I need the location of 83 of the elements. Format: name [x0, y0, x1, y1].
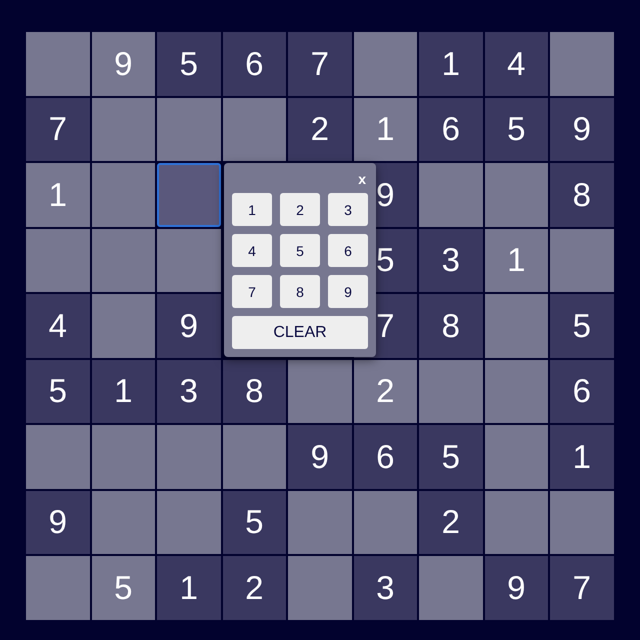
- sudoku-cell[interactable]: 3: [354, 556, 417, 620]
- sudoku-cell[interactable]: [484, 360, 548, 423]
- number-key[interactable]: 5: [280, 234, 320, 267]
- sudoku-cell[interactable]: [26, 228, 90, 292]
- sudoku-cell[interactable]: [222, 98, 286, 161]
- sudoku-cell[interactable]: 8: [222, 360, 286, 423]
- sudoku-cell[interactable]: 3: [419, 228, 482, 292]
- sudoku-cell[interactable]: [92, 228, 155, 292]
- sudoku-cell[interactable]: 2: [419, 490, 482, 554]
- sudoku-cell[interactable]: 5: [550, 294, 614, 358]
- sudoku-cell[interactable]: 1: [92, 360, 155, 423]
- sudoku-cell[interactable]: [550, 32, 614, 96]
- sudoku-cell[interactable]: [92, 425, 155, 488]
- sudoku-cell[interactable]: 2: [354, 360, 417, 423]
- sudoku-cell[interactable]: [157, 425, 220, 488]
- sudoku-cell[interactable]: 4: [26, 294, 90, 358]
- sudoku-cell[interactable]: 2: [288, 98, 352, 161]
- sudoku-cell[interactable]: 5: [222, 490, 286, 554]
- sudoku-cell[interactable]: [157, 228, 220, 292]
- sudoku-cell[interactable]: 9: [26, 490, 90, 554]
- number-key[interactable]: 6: [328, 234, 368, 267]
- sudoku-cell[interactable]: [92, 163, 155, 226]
- sudoku-cell[interactable]: 1: [157, 556, 220, 620]
- sudoku-cell[interactable]: 9: [157, 294, 220, 358]
- sudoku-cell[interactable]: 5: [26, 360, 90, 423]
- sudoku-cell[interactable]: 4: [484, 32, 548, 96]
- sudoku-cell[interactable]: [26, 32, 90, 96]
- number-key[interactable]: 1: [232, 193, 272, 226]
- sudoku-cell[interactable]: 1: [26, 163, 90, 226]
- sudoku-cell[interactable]: [288, 490, 352, 554]
- sudoku-cell[interactable]: [419, 360, 482, 423]
- sudoku-cell[interactable]: 9: [484, 556, 548, 620]
- sudoku-cell[interactable]: 9: [550, 98, 614, 161]
- sudoku-cell[interactable]: [484, 294, 548, 358]
- sudoku-cell[interactable]: 6: [419, 98, 482, 161]
- clear-button[interactable]: CLEAR: [232, 316, 368, 349]
- sudoku-cell[interactable]: [419, 556, 482, 620]
- sudoku-cell[interactable]: 8: [550, 163, 614, 226]
- number-key[interactable]: 7: [232, 275, 272, 308]
- sudoku-cell[interactable]: 5: [484, 98, 548, 161]
- sudoku-cell[interactable]: 6: [222, 32, 286, 96]
- sudoku-cell[interactable]: [26, 425, 90, 488]
- sudoku-cell[interactable]: [484, 163, 548, 226]
- sudoku-cell[interactable]: [92, 98, 155, 161]
- sudoku-cell[interactable]: 1: [419, 32, 482, 96]
- sudoku-cell[interactable]: [484, 425, 548, 488]
- sudoku-cell[interactable]: [550, 228, 614, 292]
- sudoku-cell[interactable]: [288, 360, 352, 423]
- sudoku-cell[interactable]: 1: [484, 228, 548, 292]
- sudoku-cell[interactable]: 9: [92, 32, 155, 96]
- sudoku-cell[interactable]: 5: [157, 32, 220, 96]
- number-key[interactable]: 9: [328, 275, 368, 308]
- sudoku-cell[interactable]: 1: [354, 98, 417, 161]
- sudoku-cell[interactable]: [354, 490, 417, 554]
- close-button[interactable]: x: [356, 169, 368, 189]
- number-key[interactable]: 3: [328, 193, 368, 226]
- sudoku-cell[interactable]: [288, 556, 352, 620]
- sudoku-cell[interactable]: [157, 163, 220, 226]
- sudoku-cell[interactable]: 6: [354, 425, 417, 488]
- sudoku-cell[interactable]: [354, 32, 417, 96]
- sudoku-cell[interactable]: 8: [419, 294, 482, 358]
- number-key[interactable]: 4: [232, 234, 272, 267]
- sudoku-cell[interactable]: 3: [157, 360, 220, 423]
- sudoku-cell[interactable]: [484, 490, 548, 554]
- sudoku-cell[interactable]: [157, 490, 220, 554]
- sudoku-cell[interactable]: [419, 163, 482, 226]
- sudoku-cell[interactable]: [92, 490, 155, 554]
- sudoku-cell[interactable]: 5: [419, 425, 482, 488]
- sudoku-cell[interactable]: 7: [26, 98, 90, 161]
- sudoku-cell[interactable]: 7: [288, 32, 352, 96]
- sudoku-cell[interactable]: 1: [550, 425, 614, 488]
- sudoku-cell[interactable]: 9: [288, 425, 352, 488]
- number-key[interactable]: 2: [280, 193, 320, 226]
- sudoku-cell[interactable]: [222, 425, 286, 488]
- sudoku-cell[interactable]: 2: [222, 556, 286, 620]
- sudoku-cell[interactable]: 6: [550, 360, 614, 423]
- sudoku-cell[interactable]: [26, 556, 90, 620]
- sudoku-cell[interactable]: [92, 294, 155, 358]
- sudoku-cell[interactable]: 7: [550, 556, 614, 620]
- sudoku-cell[interactable]: [157, 98, 220, 161]
- number-key[interactable]: 8: [280, 275, 320, 308]
- sudoku-cell[interactable]: [550, 490, 614, 554]
- sudoku-cell[interactable]: 5: [92, 556, 155, 620]
